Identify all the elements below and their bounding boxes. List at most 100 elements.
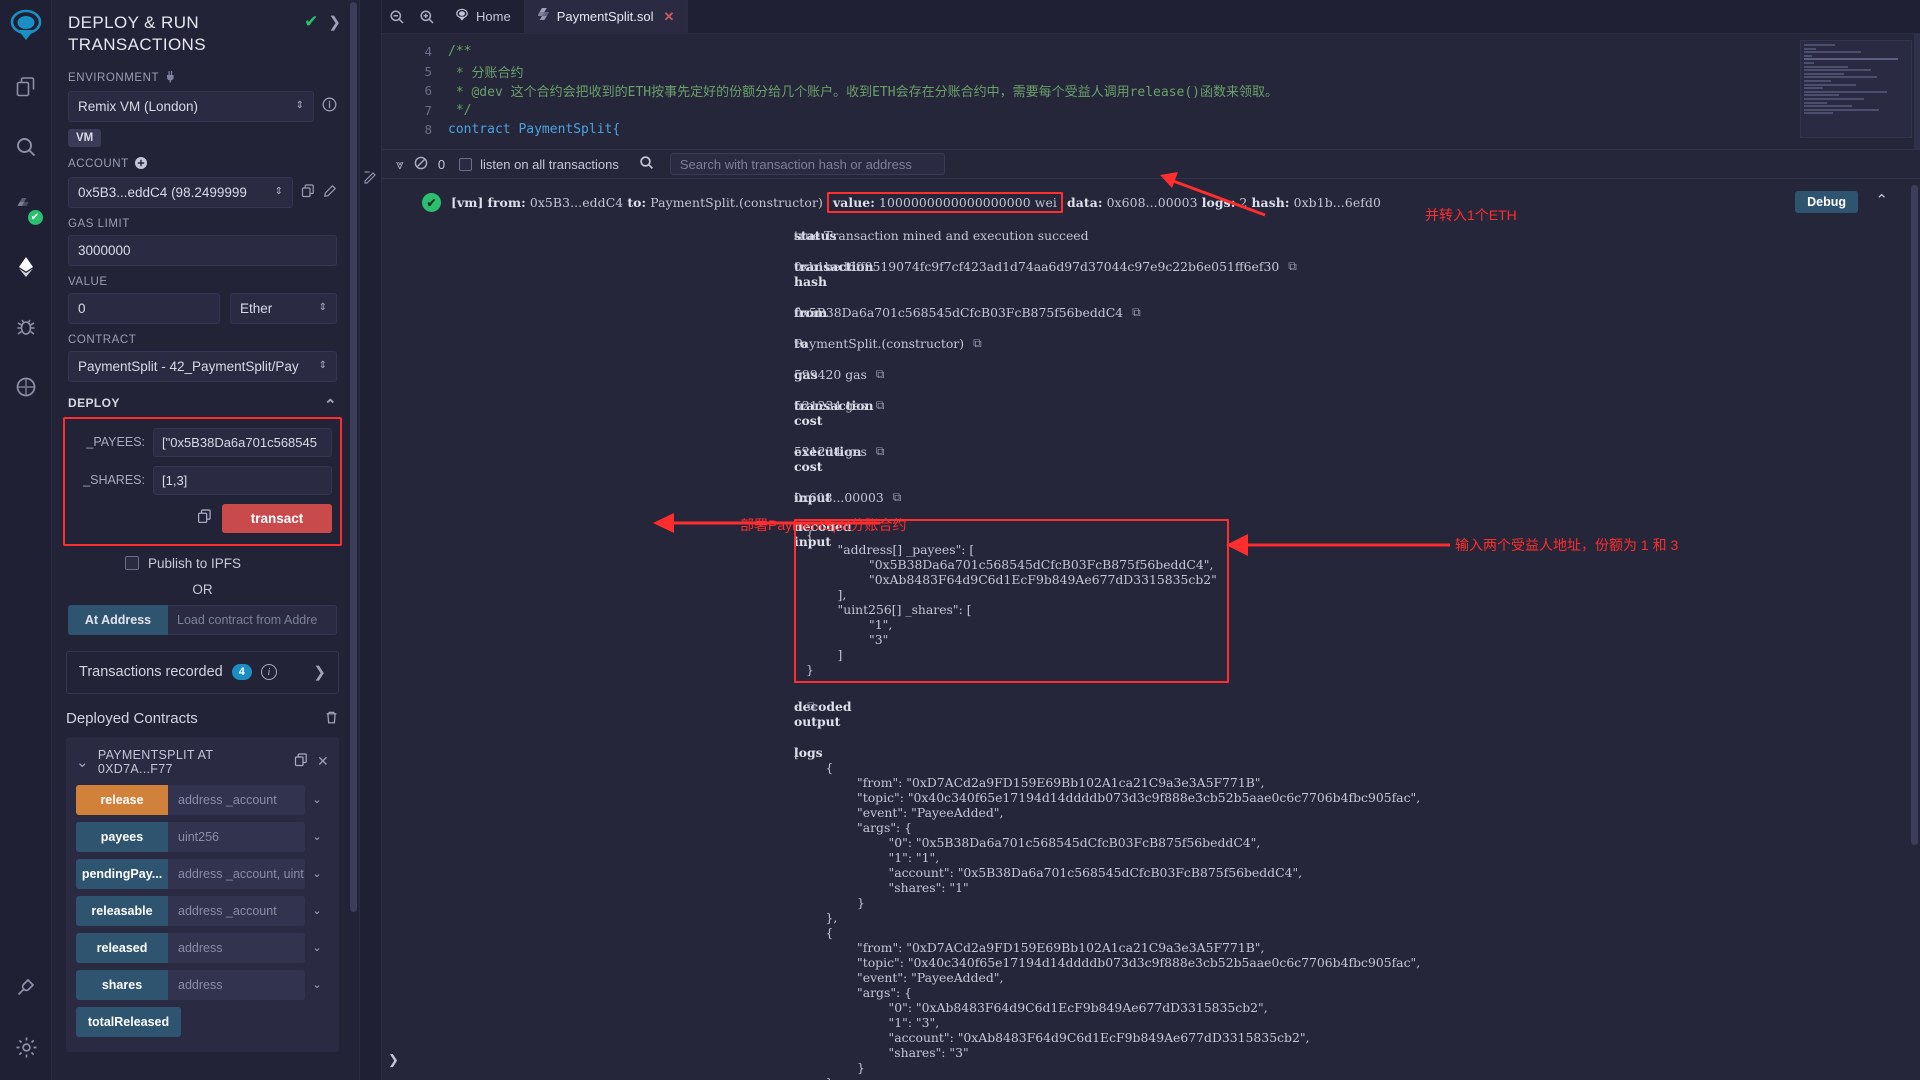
copy-icon[interactable]: ⧉ bbox=[973, 336, 982, 351]
code-editor[interactable]: 4 /** 5 * 分账合约 6 * @dev 这个合约会把收到的ETH按事先定… bbox=[382, 34, 1920, 149]
transaction-search-input[interactable]: Search with transaction hash or address bbox=[669, 153, 945, 175]
tab-home[interactable]: Home bbox=[442, 0, 525, 33]
detail-value-text: 599420 gas bbox=[794, 367, 867, 382]
terminal-scrollbar[interactable] bbox=[1911, 185, 1918, 845]
plus-circle-icon[interactable] bbox=[134, 156, 147, 172]
deploy-collapse-icon[interactable]: ⌃ bbox=[324, 396, 337, 414]
contract-function-row: release address _account ⌄ bbox=[76, 784, 329, 815]
tab-close-icon[interactable]: ✕ bbox=[664, 9, 675, 25]
chevron-down-icon[interactable]: ⌄ bbox=[305, 896, 329, 926]
payees-label: _PAYEES: bbox=[86, 435, 145, 449]
copy-icon[interactable]: ⧉ bbox=[893, 490, 902, 505]
chevron-updown-icon: ⇕ bbox=[318, 360, 327, 371]
editor-scrollbar[interactable] bbox=[1914, 34, 1920, 149]
plugin-manager-icon[interactable] bbox=[3, 364, 49, 410]
environment-info-icon[interactable] bbox=[322, 97, 337, 115]
gutter-edit-icon[interactable] bbox=[363, 170, 378, 190]
at-address-input[interactable]: Load contract from Addre bbox=[168, 604, 337, 635]
chevron-up-icon[interactable]: ⌃ bbox=[1875, 191, 1888, 209]
shares-input[interactable]: [1,3] bbox=[153, 465, 332, 495]
account-select[interactable]: 0x5B3...eddC4 (98.2499999 ⇕ bbox=[68, 176, 293, 208]
function-button-payees[interactable]: payees bbox=[76, 821, 168, 852]
function-button-release[interactable]: release bbox=[76, 784, 168, 815]
copy-icon[interactable]: ⧉ bbox=[807, 699, 816, 714]
value-unit-select[interactable]: Ether ⇕ bbox=[230, 292, 337, 324]
publish-ipfs-checkbox[interactable] bbox=[125, 556, 139, 570]
debugger-icon[interactable] bbox=[3, 304, 49, 350]
chevron-down-icon[interactable]: ⌄ bbox=[305, 859, 329, 889]
chevrons-down-icon[interactable]: ⩔ bbox=[396, 156, 404, 173]
account-edit-icon[interactable] bbox=[323, 184, 337, 201]
no-entry-icon[interactable] bbox=[414, 156, 428, 173]
function-button-released[interactable]: released bbox=[76, 932, 168, 963]
debug-button[interactable]: Debug bbox=[1795, 191, 1858, 213]
account-row: 0x5B3...eddC4 (98.2499999 ⇕ bbox=[68, 176, 337, 208]
panel-scrollbar[interactable] bbox=[350, 2, 357, 912]
value-input[interactable]: 0 bbox=[68, 292, 220, 324]
transaction-header[interactable]: ✔ [vm] from: 0x5B3...eddC4 to: PaymentSp… bbox=[382, 179, 1920, 213]
transactions-recorded-chevron[interactable]: ❯ bbox=[313, 663, 326, 681]
info-icon[interactable]: i bbox=[260, 664, 277, 680]
transact-button[interactable]: transact bbox=[222, 503, 332, 533]
at-address-button[interactable]: At Address bbox=[68, 604, 168, 635]
listen-checkbox[interactable] bbox=[459, 157, 473, 171]
contract-function-row: releasable address _account ⌄ bbox=[76, 895, 329, 926]
chevron-down-icon[interactable]: ⌄ bbox=[76, 753, 89, 771]
terminal-count: 0 bbox=[437, 156, 446, 172]
transactions-recorded-row[interactable]: Transactions recorded 4 i ❯ bbox=[66, 650, 339, 694]
gas-limit-input[interactable]: 3000000 bbox=[68, 234, 337, 266]
deploy-copy-icon[interactable] bbox=[197, 509, 212, 527]
copy-icon[interactable]: ⧉ bbox=[876, 367, 885, 382]
search-icon[interactable] bbox=[3, 124, 49, 170]
copy-icon[interactable]: ⧉ bbox=[1132, 305, 1141, 320]
copy-icon[interactable]: ⧉ bbox=[876, 444, 885, 459]
contract-select[interactable]: PaymentSplit - 42_PaymentSplit/Pay ⇕ bbox=[68, 350, 337, 382]
zoom-in-icon[interactable] bbox=[412, 0, 442, 33]
deployed-contract-copy-icon[interactable] bbox=[294, 753, 308, 770]
listen-all-transactions[interactable]: listen on all transactions bbox=[459, 157, 619, 172]
chevron-down-icon[interactable]: ⌄ bbox=[305, 822, 329, 852]
trash-icon[interactable] bbox=[324, 710, 339, 728]
deployed-contract-close-icon[interactable]: ✕ bbox=[317, 753, 329, 770]
function-input-payees[interactable]: uint256 bbox=[168, 821, 305, 852]
deployed-contract-name: PAYMENTSPLIT AT 0XD7A...F77 bbox=[97, 747, 214, 776]
search-icon[interactable] bbox=[639, 155, 654, 173]
account-copy-icon[interactable] bbox=[301, 183, 315, 201]
settings-gear-icon[interactable] bbox=[3, 1024, 49, 1070]
publish-ipfs-row[interactable]: Publish to IPFS bbox=[125, 556, 353, 571]
editor-minimap[interactable] bbox=[1800, 40, 1912, 138]
terminal-expand-caret[interactable]: ❯ bbox=[388, 1053, 399, 1068]
function-input-shares[interactable]: address bbox=[168, 969, 305, 1000]
solidity-file-icon bbox=[536, 8, 550, 25]
remix-ide-window: ✔ DEPLOY & RUN TRANSACTIONS ✔ ❯ ENVIRONM… bbox=[0, 0, 1920, 1080]
copy-icon[interactable]: ⧉ bbox=[1288, 259, 1297, 274]
deploy-run-icon[interactable] bbox=[3, 244, 49, 290]
tx-data-key: data: bbox=[1067, 195, 1103, 210]
function-input-released[interactable]: address bbox=[168, 932, 305, 963]
environment-row: Remix VM (London) ⇕ bbox=[68, 90, 337, 122]
remix-small-logo-icon bbox=[455, 8, 469, 25]
shares-label: _SHARES: bbox=[83, 473, 145, 487]
function-input-pendingpayment[interactable]: address _account, uint bbox=[168, 858, 305, 889]
remix-logo-icon[interactable] bbox=[4, 6, 48, 50]
environment-select[interactable]: Remix VM (London) ⇕ bbox=[68, 90, 314, 122]
function-button-totalreleased[interactable]: totalReleased bbox=[76, 1006, 181, 1037]
function-button-releasable[interactable]: releasable bbox=[76, 895, 168, 926]
zoom-out-icon[interactable] bbox=[382, 0, 412, 33]
panel-expand-icon[interactable]: ❯ bbox=[328, 13, 341, 31]
function-button-pendingpayment[interactable]: pendingPay... bbox=[76, 858, 168, 889]
function-button-shares[interactable]: shares bbox=[76, 969, 168, 1000]
detail-key: transaction hash bbox=[794, 259, 874, 289]
copy-icon[interactable]: ⧉ bbox=[876, 398, 885, 413]
function-input-releasable[interactable]: address _account bbox=[168, 895, 305, 926]
function-input-release[interactable]: address _account bbox=[168, 784, 305, 815]
file-explorer-icon[interactable] bbox=[3, 64, 49, 110]
payees-input[interactable]: ["0x5B38Da6a701c568545 bbox=[153, 427, 332, 457]
chevron-down-icon[interactable]: ⌄ bbox=[305, 933, 329, 963]
plugin-plug-icon[interactable] bbox=[3, 964, 49, 1010]
chevron-down-icon[interactable]: ⌄ bbox=[305, 785, 329, 815]
deployed-contract-title-row[interactable]: ⌄ PAYMENTSPLIT AT 0XD7A...F77 ✕ bbox=[66, 744, 339, 785]
chevron-down-icon[interactable]: ⌄ bbox=[305, 970, 329, 1000]
tab-paymentsplit-sol[interactable]: PaymentSplit.sol ✕ bbox=[524, 0, 689, 33]
solidity-compiler-icon[interactable]: ✔ bbox=[3, 184, 49, 230]
